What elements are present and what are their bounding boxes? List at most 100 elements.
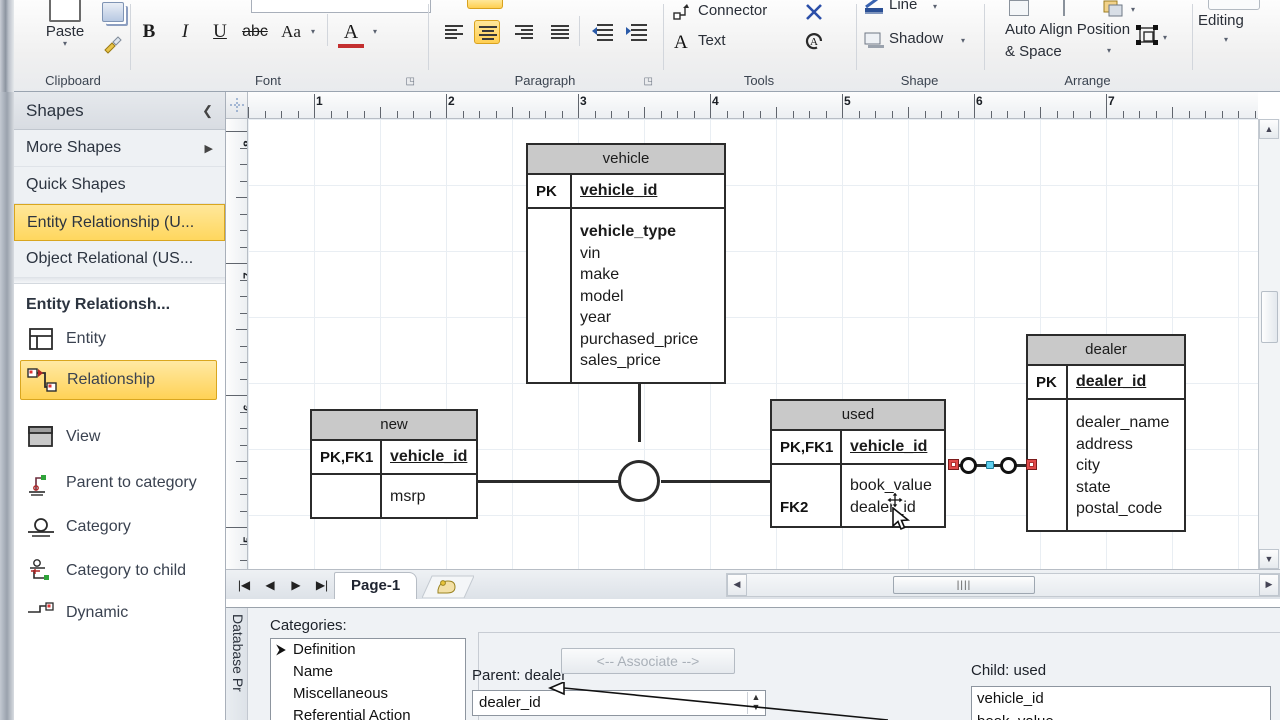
shadow-button[interactable]: Shadow <box>889 30 943 47</box>
line-button[interactable]: Line <box>889 0 917 13</box>
stencil-category-to-child[interactable]: Category to child <box>14 552 225 590</box>
bold-button[interactable]: B <box>135 18 163 46</box>
copy-icon[interactable] <box>102 2 124 22</box>
entity-attr-key <box>528 209 572 382</box>
entity-vehicle[interactable]: vehicle PK vehicle_id vehicle_type vin m… <box>526 143 726 384</box>
scroll-left-button[interactable]: ◀ <box>727 574 747 596</box>
text-tool[interactable]: Text <box>698 32 726 49</box>
connector-vehicle-vertical[interactable] <box>638 379 641 442</box>
bring-forward-icon[interactable] <box>1009 0 1029 16</box>
page-tab-page-1[interactable]: Page-1 <box>334 572 418 599</box>
increase-indent-button[interactable] <box>625 20 651 44</box>
font-dialog-launcher-icon[interactable]: ◳ <box>406 76 415 87</box>
align-left-button[interactable] <box>441 20 467 44</box>
sidebar-item-quick-shapes[interactable]: Quick Shapes <box>14 167 225 204</box>
send-backward-icon[interactable] <box>1103 0 1125 17</box>
scroll-down-button[interactable]: ▼ <box>1259 549 1279 569</box>
paste-button[interactable]: Paste ▾ <box>36 0 94 62</box>
stencil-relationship[interactable]: Relationship <box>20 360 217 400</box>
first-page-icon[interactable]: |◀ <box>234 576 254 594</box>
list-item[interactable]: Definition <box>271 639 465 661</box>
vertical-scroll-thumb[interactable] <box>1261 291 1278 343</box>
change-case-caret[interactable]: ▾ <box>311 28 315 36</box>
sidebar-item-object-relational[interactable]: Object Relational (US... <box>14 241 225 278</box>
connector-start-handle[interactable] <box>948 459 959 470</box>
sidebar-item-entity-relationship[interactable]: Entity Relationship (U... <box>14 204 225 241</box>
paste-dropdown-caret[interactable]: ▾ <box>36 40 94 48</box>
categories-list[interactable]: Definition Name Miscellaneous Referentia… <box>270 638 466 720</box>
entity-used[interactable]: used PK,FK1 vehicle_id FK2 book_value de… <box>770 399 946 528</box>
increase-indent-arrow-icon <box>626 27 631 35</box>
position-icon[interactable] <box>1135 24 1161 53</box>
shape-group-label: Shape <box>900 73 939 88</box>
editing-top-button[interactable] <box>1208 0 1260 10</box>
entity-key-row: PK,FK1 vehicle_id <box>312 441 476 475</box>
stencil-parent-to-category[interactable]: Parent to category <box>14 464 225 502</box>
child-columns-list[interactable]: vehicle_id book_value <box>971 686 1271 720</box>
ruler-h-tick <box>1007 111 1008 118</box>
insert-page-icon[interactable] <box>421 574 475 599</box>
list-item[interactable]: Name <box>271 661 465 683</box>
chevron-left-icon[interactable]: ❮ <box>202 103 213 119</box>
scroll-right-button[interactable]: ▶ <box>1259 574 1279 596</box>
list-item[interactable]: book_value <box>972 710 1270 720</box>
next-page-icon[interactable]: ▶ <box>286 576 306 594</box>
change-case-button[interactable]: Aa <box>277 18 305 46</box>
send-backward-caret[interactable]: ▾ <box>1131 6 1135 14</box>
list-item[interactable]: Referential Action <box>271 705 465 720</box>
line-caret[interactable]: ▾ <box>933 3 937 11</box>
justify-button[interactable] <box>547 20 573 44</box>
drawing-page[interactable]: vehicle PK vehicle_id vehicle_type vin m… <box>248 119 1258 569</box>
decrease-indent-button[interactable] <box>591 20 617 44</box>
horizontal-ruler[interactable]: 1 2 3 4 5 6 7 <box>248 92 1258 119</box>
stencil-view[interactable]: View <box>14 418 225 456</box>
font-color-button[interactable]: A <box>337 18 365 46</box>
auto-align-space-button[interactable]: Auto Align Position <box>1005 19 1130 41</box>
format-painter-tool-icon[interactable]: A <box>804 30 826 50</box>
last-page-icon[interactable]: ▶| <box>312 576 332 594</box>
position-caret[interactable]: ▾ <box>1163 34 1167 42</box>
scroll-up-button[interactable]: ▲ <box>1259 119 1279 139</box>
stencil-category[interactable]: Category <box>14 508 225 546</box>
pointer-tool-icon[interactable] <box>804 2 826 22</box>
list-item[interactable]: Miscellaneous <box>271 683 465 705</box>
sidebar-item-more-shapes[interactable]: More Shapes ▶ <box>14 130 225 167</box>
panel-top-rule <box>479 632 979 633</box>
align-shapes-icon[interactable] <box>1063 0 1077 16</box>
editing-button[interactable]: Editing <box>1198 12 1244 29</box>
list-item[interactable]: vehicle_id <box>972 687 1270 710</box>
associate-button[interactable]: <-- Associate --> <box>561 648 735 674</box>
ruler-v-tick <box>240 411 247 413</box>
font-name-box[interactable] <box>251 0 431 13</box>
previous-page-icon[interactable]: ◀ <box>260 576 280 594</box>
align-center-button[interactable] <box>474 20 500 44</box>
strikethrough-button[interactable]: abc <box>241 18 269 46</box>
horizontal-scroll-thumb[interactable]: |||| <box>893 576 1035 594</box>
underline-button[interactable]: U <box>206 18 234 46</box>
auto-align-caret[interactable]: ▾ <box>1107 47 1111 55</box>
align-right-button[interactable] <box>511 20 537 44</box>
database-properties-tab[interactable]: Database Pr <box>226 608 248 720</box>
vertical-scrollbar[interactable]: ▲ ▼ <box>1258 119 1280 569</box>
vertical-ruler[interactable]: 8 7 6 5 <box>226 119 248 569</box>
format-painter-icon[interactable] <box>102 36 124 56</box>
chevron-right-icon[interactable]: ▶ <box>205 142 213 155</box>
connector-midpoint-handle[interactable] <box>986 461 994 469</box>
connector-end-handle[interactable] <box>1026 459 1037 470</box>
entity-new[interactable]: new PK,FK1 vehicle_id msrp <box>310 409 478 519</box>
category-circle[interactable] <box>618 460 660 502</box>
stencil-dynamic-connector[interactable]: Dynamic <box>14 594 225 632</box>
stencil-entity[interactable]: Entity <box>14 320 225 358</box>
entity-dealer[interactable]: dealer PK dealer_id dealer_name address … <box>1026 334 1186 532</box>
shadow-caret[interactable]: ▾ <box>961 37 965 45</box>
paragraph-dialog-launcher-icon[interactable]: ◳ <box>644 76 653 87</box>
connector-tool[interactable]: Connector <box>698 2 767 19</box>
horizontal-scrollbar[interactable]: ◀ |||| ▶ <box>726 573 1280 597</box>
editing-caret[interactable]: ▾ <box>1224 36 1228 44</box>
entity-attr-key <box>312 475 382 517</box>
shapes-panel-header[interactable]: Shapes ❮ <box>14 92 225 130</box>
ruler-corner[interactable] <box>226 92 248 119</box>
italic-button[interactable]: I <box>171 18 199 46</box>
font-color-caret[interactable]: ▾ <box>373 28 377 36</box>
ruler-h-tick <box>974 111 975 118</box>
